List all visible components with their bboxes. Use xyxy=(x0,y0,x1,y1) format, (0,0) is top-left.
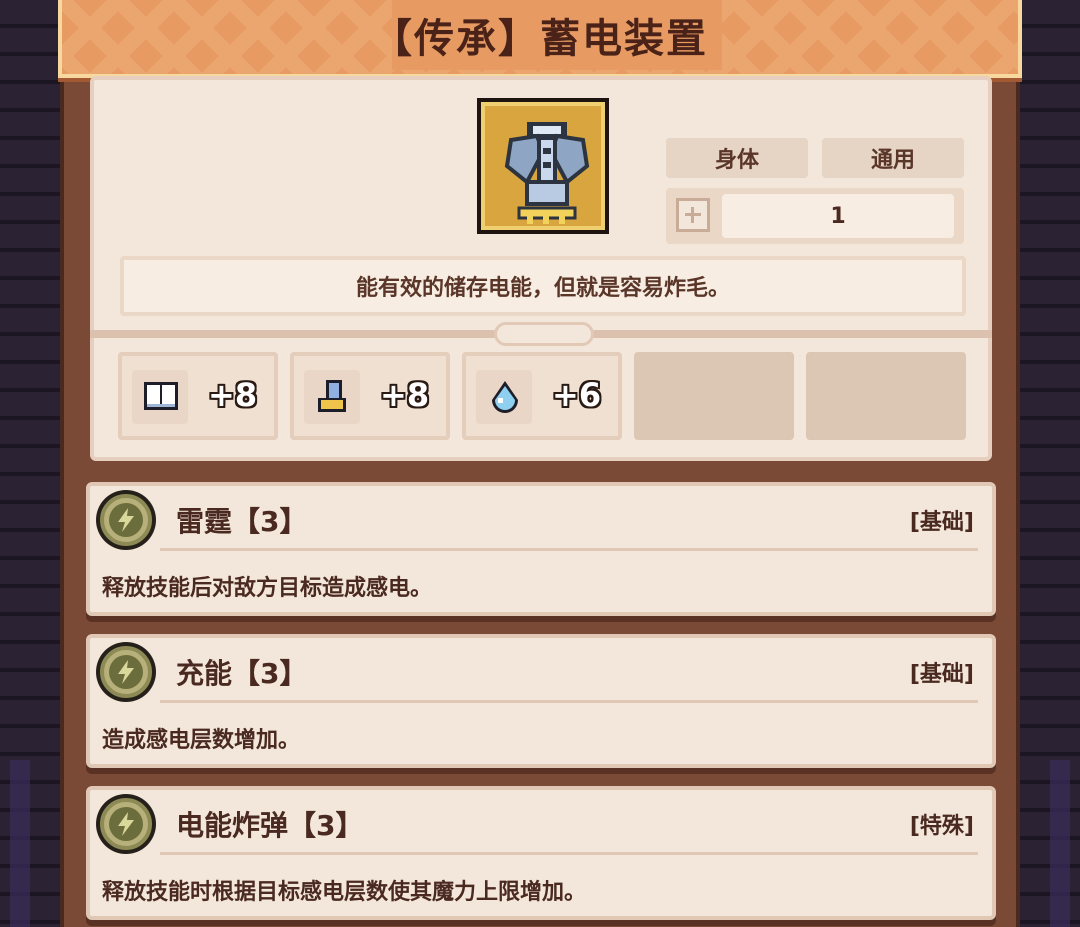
stat-slot-empty xyxy=(634,352,794,440)
stat-slot-empty xyxy=(806,352,966,440)
title-banner: 【传承】蓄电装置 xyxy=(58,0,1022,78)
skill-name: 雷霆【3】 xyxy=(176,505,308,538)
stat-slot-3: +6 xyxy=(462,352,622,440)
skill-divider xyxy=(160,852,978,855)
skill-divider xyxy=(160,700,978,703)
water-drop-icon xyxy=(492,381,518,413)
stat-slot-1: +8 xyxy=(118,352,278,440)
shoulder-armor-icon xyxy=(504,122,590,224)
skill-effect: 释放技能后对敌方目标造成感电。 xyxy=(102,576,433,601)
stat-value: +8 xyxy=(208,376,258,414)
stack-icon xyxy=(676,198,710,232)
lightning-badge xyxy=(96,490,156,550)
divider-ornament xyxy=(494,322,594,346)
item-title: 【传承】蓄电装置 xyxy=(372,16,708,62)
stats-row: +8 +8 +6 xyxy=(118,352,968,444)
lightning-badge xyxy=(96,642,156,702)
slot-tag: 身体 xyxy=(666,138,808,178)
stack-count: 1 xyxy=(722,194,954,238)
item-icon-frame[interactable] xyxy=(477,98,609,234)
background-left xyxy=(0,0,60,927)
skill-type: [特殊] xyxy=(909,814,974,839)
item-description: 能有效的储存电能，但就是容易炸毛。 xyxy=(120,256,966,316)
stat-slot-2: +8 xyxy=(290,352,450,440)
lightning-icon xyxy=(118,508,134,532)
skill-name: 电能炸弹【3】 xyxy=(176,809,364,842)
stat-value: +8 xyxy=(380,376,430,414)
book-icon xyxy=(144,382,178,410)
skill-type: [基础] xyxy=(909,662,974,687)
lightning-badge xyxy=(96,794,156,854)
skill-effect: 释放技能时根据目标感电层数使其魔力上限增加。 xyxy=(102,880,587,905)
item-info-card: 身体 通用 1 能有效的储存电能，但就是容易炸毛。 +8 +8 +6 xyxy=(90,76,992,461)
skill-name: 充能【3】 xyxy=(176,657,308,690)
skill-type: [基础] xyxy=(909,510,974,535)
skill-effect: 造成感电层数增加。 xyxy=(102,728,301,753)
stack-count-box: 1 xyxy=(666,188,964,244)
skill-divider xyxy=(160,548,978,551)
skill-card[interactable]: 充能【3】 [基础] 造成感电层数增加。 xyxy=(86,634,996,768)
lightning-icon xyxy=(118,812,134,836)
background-right xyxy=(1020,0,1080,927)
boot-icon xyxy=(318,380,346,412)
skill-card[interactable]: 雷霆【3】 [基础] 释放技能后对敌方目标造成感电。 xyxy=(86,482,996,616)
stat-value: +6 xyxy=(552,376,602,414)
lightning-icon xyxy=(118,660,134,684)
type-tag: 通用 xyxy=(822,138,964,178)
skill-card[interactable]: 电能炸弹【3】 [特殊] 释放技能时根据目标感电层数使其魔力上限增加。 xyxy=(86,786,996,920)
